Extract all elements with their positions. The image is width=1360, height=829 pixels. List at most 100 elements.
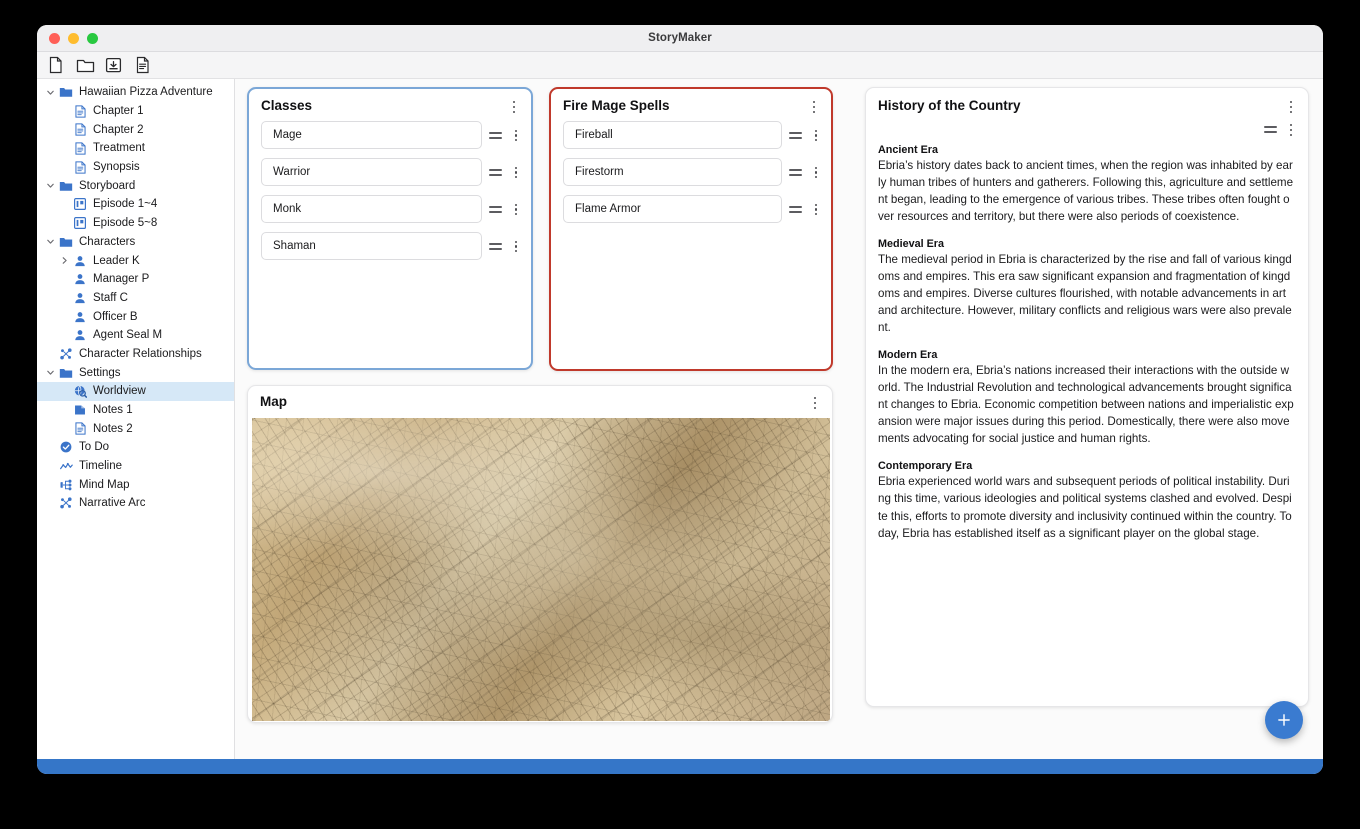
item-menu-icon[interactable] (509, 165, 523, 181)
list-item[interactable]: Firestorm (563, 158, 823, 186)
left-column: Classes MageWarriorMonkShaman Fire Mage … (247, 87, 849, 723)
item-input[interactable]: Monk (261, 195, 482, 223)
toolbar (37, 52, 1323, 79)
item-menu-icon[interactable] (509, 239, 523, 255)
sidebar-item-mind-map[interactable]: Mind Map (37, 475, 234, 494)
sidebar-item-label: Mind Map (79, 479, 130, 491)
drag-handle-icon[interactable] (789, 169, 802, 176)
item-input[interactable]: Mage (261, 121, 482, 149)
list-item[interactable]: Shaman (261, 232, 523, 260)
list-item[interactable]: Flame Armor (563, 195, 823, 223)
list-item[interactable]: Mage (261, 121, 523, 149)
sidebar-item-characters[interactable]: Characters (37, 233, 234, 252)
sidebar-item-staff-c[interactable]: Staff C (37, 289, 234, 308)
person-icon (72, 273, 88, 285)
sidebar-item-to-do[interactable]: To Do (37, 438, 234, 457)
sidebar-item-character-relationships[interactable]: Character Relationships (37, 345, 234, 364)
drag-handle-icon[interactable] (489, 243, 502, 250)
sidebar-item-timeline[interactable]: Timeline (37, 457, 234, 476)
sidebar-item-episode-5-8[interactable]: Episode 5~8 (37, 214, 234, 233)
sidebar-item-manager-p[interactable]: Manager P (37, 270, 234, 289)
chevron-down-icon[interactable] (43, 368, 58, 377)
sidebar-item-label: Episode 1~4 (93, 198, 157, 210)
card-map-title: Map (260, 394, 808, 411)
card-classes[interactable]: Classes MageWarriorMonkShaman (247, 87, 533, 370)
sidebar-item-worldview[interactable]: Worldview (37, 382, 234, 401)
item-menu-icon[interactable] (809, 165, 823, 181)
drag-handle-icon[interactable] (789, 206, 802, 213)
item-menu-icon[interactable] (809, 202, 823, 218)
person-icon (72, 311, 88, 323)
card-spells-menu-icon[interactable] (807, 99, 821, 115)
era-heading: Ancient Era (878, 144, 1294, 156)
sidebar-item-treatment[interactable]: Treatment (37, 139, 234, 158)
card-spells-items: Fireball Firestorm Flame Armor (551, 121, 831, 242)
drag-handle-icon[interactable] (489, 132, 502, 139)
sidebar-item-label: Treatment (93, 142, 145, 154)
sidebar-item-chapter-2[interactable]: Chapter 2 (37, 120, 234, 139)
sidebar-item-storyboard[interactable]: Storyboard (37, 176, 234, 195)
save-icon[interactable] (105, 56, 122, 74)
card-history-menu-icon[interactable] (1284, 99, 1298, 115)
sidebar-item-notes-1[interactable]: Notes 1 (37, 401, 234, 420)
item-input[interactable]: Firestorm (563, 158, 782, 186)
storyboard-icon (72, 217, 88, 229)
sidebar-item-label: Hawaiian Pizza Adventure (79, 86, 213, 98)
sidebar-item-notes-2[interactable]: Notes 2 (37, 419, 234, 438)
history-item-menu-icon[interactable] (1284, 122, 1298, 138)
item-input[interactable]: Fireball (563, 121, 782, 149)
sidebar-item-episode-1-4[interactable]: Episode 1~4 (37, 195, 234, 214)
sidebar-tree[interactable]: Hawaiian Pizza Adventure Chapter 1 Chapter… (37, 79, 235, 759)
drag-handle-icon[interactable] (489, 169, 502, 176)
drag-handle-icon[interactable] (789, 132, 802, 139)
sidebar-item-narrative-arc[interactable]: Narrative Arc (37, 494, 234, 513)
list-item[interactable]: Monk (261, 195, 523, 223)
sidebar-item-leader-k[interactable]: Leader K (37, 251, 234, 270)
item-menu-icon[interactable] (509, 202, 523, 218)
chevron-down-icon[interactable] (43, 237, 58, 246)
sidebar-item-hawaiian-pizza-adventure[interactable]: Hawaiian Pizza Adventure (37, 83, 234, 102)
chevron-down-icon[interactable] (43, 181, 58, 190)
sidebar-item-label: Agent Seal M (93, 329, 162, 341)
sidebar-item-synopsis[interactable]: Synopsis (37, 158, 234, 177)
sidebar-item-label: Character Relationships (79, 348, 202, 360)
folder-icon (58, 86, 74, 98)
plus-icon (1276, 712, 1292, 728)
item-input[interactable]: Flame Armor (563, 195, 782, 223)
card-history[interactable]: History of the Country Ancient EraEbria’… (865, 87, 1309, 707)
open-folder-icon[interactable] (76, 56, 93, 74)
sidebar-item-settings[interactable]: Settings (37, 363, 234, 382)
sidebar-item-label: Chapter 2 (93, 124, 144, 136)
check-circle-icon (58, 441, 74, 453)
drag-handle-icon[interactable] (1264, 126, 1277, 133)
map-image[interactable] (252, 418, 830, 721)
mindmap-icon (58, 479, 74, 491)
era-heading: Modern Era (878, 349, 1294, 361)
main-canvas: Classes MageWarriorMonkShaman Fire Mage … (235, 79, 1323, 759)
card-classes-menu-icon[interactable] (507, 99, 521, 115)
chevron-right-icon[interactable] (57, 256, 72, 265)
new-file-icon[interactable] (47, 56, 64, 74)
sidebar-item-label: To Do (79, 441, 109, 453)
card-fire-mage-spells[interactable]: Fire Mage Spells FireballFirestormFlame … (549, 87, 833, 371)
chevron-down-icon[interactable] (43, 88, 58, 97)
era-paragraph: Ebria experienced world wars and subsequ… (878, 473, 1294, 541)
item-input[interactable]: Warrior (261, 158, 482, 186)
card-map-menu-icon[interactable] (808, 395, 822, 411)
document-icon[interactable] (134, 56, 151, 74)
list-item[interactable]: Warrior (261, 158, 523, 186)
person-icon (72, 329, 88, 341)
card-map[interactable]: Map (247, 385, 833, 723)
item-menu-icon[interactable] (509, 128, 523, 144)
sidebar-item-label: Worldview (93, 385, 146, 397)
sidebar-item-label: Narrative Arc (79, 497, 145, 509)
status-bar (37, 759, 1323, 774)
sidebar-item-agent-seal-m[interactable]: Agent Seal M (37, 326, 234, 345)
item-menu-icon[interactable] (809, 128, 823, 144)
add-button[interactable] (1265, 701, 1303, 739)
sidebar-item-chapter-1[interactable]: Chapter 1 (37, 102, 234, 121)
list-item[interactable]: Fireball (563, 121, 823, 149)
sidebar-item-officer-b[interactable]: Officer B (37, 307, 234, 326)
item-input[interactable]: Shaman (261, 232, 482, 260)
drag-handle-icon[interactable] (489, 206, 502, 213)
